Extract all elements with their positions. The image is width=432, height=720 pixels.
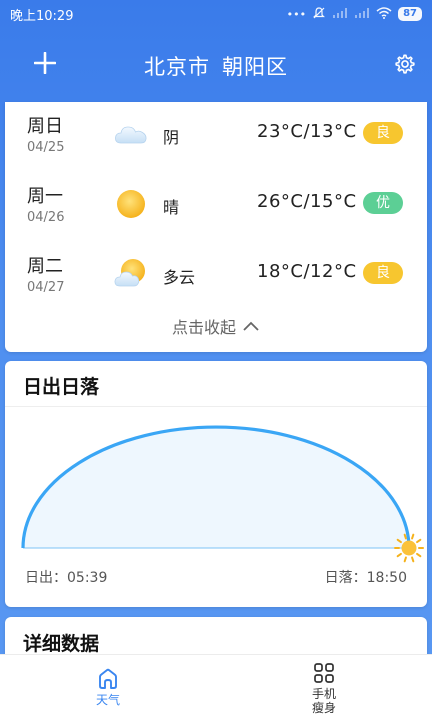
day-temperature: 23°C/13°C	[257, 121, 357, 142]
add-city-button[interactable]	[30, 48, 60, 78]
battery-indicator: 87	[398, 7, 422, 21]
home-icon	[99, 668, 117, 689]
sun-arc-fill	[23, 427, 409, 548]
day-date: 04/26	[27, 210, 65, 225]
tab-phone-slim-label: 手机 瘦身	[216, 687, 432, 715]
status-icons: ••• 87	[287, 6, 422, 23]
page-title[interactable]: 北京市 朝阳区	[144, 51, 288, 81]
plus-icon	[34, 52, 56, 74]
sun-ray	[416, 552, 422, 558]
tab-weather-label: 天气	[95, 693, 120, 707]
mute-icon	[312, 6, 326, 23]
day-condition: 晴	[163, 198, 180, 217]
sun-arc-chart	[21, 425, 424, 563]
sunny-icon	[117, 190, 145, 218]
status-bar: 晚上10:29 ••• 87	[0, 0, 432, 28]
collapse-label: 点击收起	[171, 318, 236, 337]
forecast-row[interactable]: 周日 04/25 阴 23°C/13°C 良	[5, 108, 427, 168]
tab-phone-slim-label-line1: 手机	[311, 687, 336, 701]
cloudy-icon	[115, 126, 147, 144]
aqi-badge: 良	[363, 122, 403, 144]
day-temperature: 18°C/12°C	[257, 261, 357, 282]
status-time: 晚上10:29	[10, 8, 74, 24]
forecast-row[interactable]: 周一 04/26 晴 26°C/15°C 优	[5, 178, 427, 238]
day-date: 04/25	[27, 140, 65, 155]
bottom-tab-bar: 天气 手机 瘦身	[0, 654, 432, 720]
settings-button[interactable]	[394, 53, 416, 75]
sun-card-title: 日出日落	[23, 376, 100, 398]
aqi-badge: 良	[363, 262, 403, 284]
tab-phone-slim-label-line2: 瘦身	[311, 701, 336, 715]
sun-ray	[403, 533, 407, 540]
header: 北京市 朝阳区	[0, 38, 432, 94]
wifi-icon	[376, 6, 392, 22]
detail-card-title: 详细数据	[23, 633, 100, 655]
sun-ray	[411, 556, 415, 563]
sun-ray	[411, 533, 415, 540]
more-dots-icon: •••	[286, 7, 307, 21]
sun-ray	[416, 538, 422, 544]
day-name: 周一	[27, 186, 63, 207]
district-name: 朝阳区	[222, 55, 288, 79]
collapse-button[interactable]: 点击收起	[5, 314, 427, 338]
day-date: 04/27	[27, 280, 65, 295]
day-condition: 阴	[163, 128, 180, 147]
sun-ray	[396, 552, 402, 558]
day-temperature: 26°C/15°C	[257, 191, 357, 212]
grid-icon	[314, 663, 334, 683]
day-condition: 多云	[163, 268, 196, 287]
gear-icon	[395, 54, 415, 74]
sunrise-time: 日出：05:39	[25, 570, 108, 586]
chevron-up-icon	[243, 321, 259, 331]
tab-phone-slim[interactable]: 手机 瘦身	[216, 655, 432, 720]
signal-icon	[332, 7, 348, 22]
day-name: 周日	[27, 116, 63, 137]
forecast-card: 周日 04/25 阴 23°C/13°C 良 周一 04/26 晴 26°C/1…	[5, 102, 427, 352]
signal-2-icon	[354, 7, 370, 22]
city-name: 北京市	[144, 55, 210, 79]
tab-weather[interactable]: 天气	[0, 655, 216, 720]
sun-card: 日出日落 日出：05:39 日落：18:50	[5, 361, 427, 607]
forecast-row[interactable]: 周二 04/27 多云 18°C/12°C 良	[5, 248, 427, 308]
sun-ray	[403, 556, 407, 563]
sunset-time: 日落：18:50	[324, 570, 407, 586]
aqi-badge: 优	[363, 192, 403, 214]
partly-cloudy-icon	[114, 259, 145, 287]
day-name: 周二	[27, 256, 63, 277]
